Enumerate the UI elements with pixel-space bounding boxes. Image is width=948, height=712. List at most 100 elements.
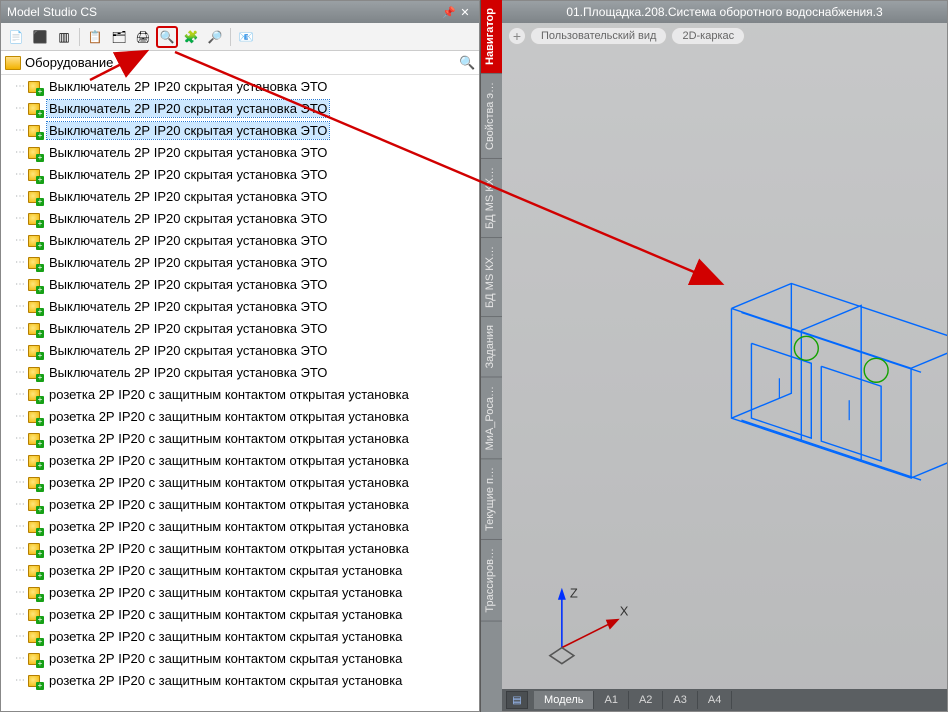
tree-item[interactable]: ⋯розетка 2Р IP20 с защитным контактом ск… [1, 647, 479, 669]
viewport-titlebar: 01.Площадка.208.Система оборотного водос… [502, 1, 947, 23]
component-icon [26, 628, 42, 644]
grid-icon: ▥ [58, 30, 69, 44]
toolbar-separator [79, 28, 80, 46]
tree-item[interactable]: ⋯ розетка 2Р IP20 с защитным контактом ск… [1, 603, 479, 625]
toolbar-btn-2[interactable]: ⬛ [29, 26, 51, 48]
tree-item[interactable]: ⋯розетка 2Р IP20 с защитным контактом от… [1, 515, 479, 537]
toolbar-btn-1[interactable]: 📄 [5, 26, 27, 48]
print-icon: 🖨 [135, 30, 150, 44]
tree-item-label: розетка 2Р IP20 с защитным контактом скр… [47, 606, 404, 623]
tree-item[interactable]: ⋯розетка 2Р IP20 с защитным контактом ск… [1, 625, 479, 647]
component-icon [26, 386, 42, 402]
binoculars-icon: 🔎 [208, 30, 223, 44]
tab-a2[interactable]: А2 [629, 691, 663, 709]
expand-icon: ⋯ [15, 389, 25, 400]
expand-icon: ⋯ [15, 323, 25, 334]
side-tab[interactable]: МиА_Роса… [481, 378, 502, 459]
tree-item-label: розетка 2Р IP20 с защитным контактом отк… [47, 474, 411, 491]
pin-icon[interactable]: 📌 [441, 4, 457, 20]
axis-z-label: Z [570, 586, 578, 601]
viewport-title-text: 01.Площадка.208.Система оборотного водос… [566, 5, 882, 19]
viewport-canvas[interactable]: Z X [502, 49, 947, 689]
toolbar-btn-8[interactable]: 🧩 [180, 26, 202, 48]
toolbar-btn-9[interactable]: 🔎 [204, 26, 226, 48]
tree-item[interactable]: ⋯Выключатель 2Р IP20 скрытая установка Э… [1, 207, 479, 229]
component-icon [26, 540, 42, 556]
expand-icon: ⋯ [15, 147, 25, 158]
toolbar-btn-insert-model[interactable]: 🔍 [156, 26, 178, 48]
component-icon [26, 342, 42, 358]
expand-icon: ⋯ [15, 543, 25, 554]
side-tab[interactable]: Навигатор [481, 0, 502, 74]
tree-item[interactable]: ⋯розетка 2Р IP20 с защитным контактом от… [1, 427, 479, 449]
model-studio-panel: Model Studio CS 📌 ✕ 📄 ⬛ ▥ 📋 🗂 🖨 🔍 🧩 🔎 📧 … [0, 0, 480, 712]
component-icon [26, 650, 42, 666]
expand-icon: ⋯ [15, 631, 25, 642]
tree-item[interactable]: ⋯розетка 2Р IP20 с защитным контактом ск… [1, 669, 479, 691]
side-tab[interactable]: Текущие п… [481, 459, 502, 540]
tree-item[interactable]: ⋯розетка 2Р IP20 с защитным контактом от… [1, 537, 479, 559]
filter-input[interactable] [25, 55, 459, 70]
model-drawing: Z X [502, 49, 947, 668]
toolbar-btn-4[interactable]: 📋 [84, 26, 106, 48]
tab-a4[interactable]: А4 [698, 691, 732, 709]
component-icon [26, 364, 42, 380]
component-icon [26, 276, 42, 292]
tab-a3[interactable]: А3 [663, 691, 697, 709]
component-icon [26, 188, 42, 204]
tree-item-label: Выключатель 2Р IP20 скрытая установка ЭТ… [47, 188, 329, 205]
toolbar-separator [230, 28, 231, 46]
component-icon [26, 496, 42, 512]
tree-item[interactable]: ⋯розетка 2Р IP20 с защитным контактом ск… [1, 581, 479, 603]
tree-item[interactable]: ⋯розетка 2Р IP20 с защитным контактом от… [1, 471, 479, 493]
side-tab[interactable]: БД MS КХ… [481, 159, 502, 238]
layout-toggle-icon[interactable]: ▤ [506, 691, 528, 709]
tree-item[interactable]: ⋯розетка 2Р IP20 с защитным контактом от… [1, 383, 479, 405]
crumb-view-name[interactable]: Пользовательский вид [530, 27, 667, 45]
tree-item-label: Выключатель 2Р IP20 скрытая установка ЭТ… [47, 254, 329, 271]
side-tab[interactable]: Задания [481, 317, 502, 377]
tree-item[interactable]: ⋯розетка 2Р IP20 с защитным контактом от… [1, 449, 479, 471]
expand-icon: ⋯ [15, 609, 25, 620]
crumb-visual-style[interactable]: 2D-каркас [671, 27, 745, 45]
equipment-tree[interactable]: ⋯ Выключатель 2Р IP20 скрытая установка Э… [1, 75, 479, 711]
tab-a1[interactable]: А1 [594, 691, 628, 709]
tree-item[interactable]: ⋯Выключатель 2Р IP20 скрытая установка Э… [1, 97, 479, 119]
expand-icon: ⋯ [15, 257, 25, 268]
tree-item[interactable]: ⋯Выключатель 2Р IP20 скрытая установка Э… [1, 361, 479, 383]
tree-item-label: розетка 2Р IP20 с защитным контактом скр… [47, 672, 404, 689]
toolbar-btn-5[interactable]: 🗂 [108, 26, 130, 48]
tree-item[interactable]: ⋯Выключатель 2Р IP20 скрытая установка Э… [1, 273, 479, 295]
side-tab[interactable]: Свойства э… [481, 74, 502, 159]
tree-item[interactable]: ⋯Выключатель 2Р IP20 скрытая установка Э… [1, 339, 479, 361]
tree-item[interactable]: ⋯Выключатель 2Р IP20 скрытая установка Э… [1, 185, 479, 207]
tab-model[interactable]: Модель [534, 691, 594, 709]
tree-item[interactable]: ⋯розетка 2Р IP20 с защитным контактом ск… [1, 559, 479, 581]
document-icon: 📄 [9, 30, 24, 44]
tree-item[interactable]: ⋯Выключатель 2Р IP20 скрытая установка Э… [1, 229, 479, 251]
tree-item[interactable]: ⋯Выключатель 2Р IP20 скрытая установка Э… [1, 141, 479, 163]
tree-item[interactable]: ⋯Выключатель 2Р IP20 скрытая установка Э… [1, 75, 479, 97]
side-tab[interactable]: БД MS КХ… [481, 238, 502, 317]
toolbar-btn-6[interactable]: 🖨 [132, 26, 154, 48]
axis-x-label: X [620, 604, 629, 619]
tree-item[interactable]: ⋯Выключатель 2Р IP20 скрытая установка Э… [1, 163, 479, 185]
search-icon[interactable]: 🔍 [459, 55, 475, 71]
tree-item[interactable]: ⋯Выключатель 2Р IP20 скрытая установка Э… [1, 119, 479, 141]
component-icon [26, 210, 42, 226]
toolbar-btn-10[interactable]: 📧 [235, 26, 257, 48]
tree-item-label: Выключатель 2Р IP20 скрытая установка ЭТ… [47, 298, 329, 315]
component-icon [26, 408, 42, 424]
side-tab[interactable]: Трассиров… [481, 540, 502, 622]
tree-item[interactable]: ⋯Выключатель 2Р IP20 скрытая установка Э… [1, 295, 479, 317]
add-view-button[interactable]: + [508, 27, 526, 45]
tree-item-label: розетка 2Р IP20 с защитным контактом скр… [47, 650, 404, 667]
panel-titlebar: Model Studio CS 📌 ✕ [1, 1, 479, 23]
tree-item[interactable]: ⋯розетка 2Р IP20 с защитным контактом от… [1, 493, 479, 515]
toolbar-btn-3[interactable]: ▥ [53, 26, 75, 48]
tree-item[interactable]: ⋯Выключатель 2Р IP20 скрытая установка Э… [1, 317, 479, 339]
close-icon[interactable]: ✕ [457, 4, 473, 20]
expand-icon: ⋯ [15, 103, 25, 114]
tree-item[interactable]: ⋯ Выключатель 2Р IP20 скрытая установка Э… [1, 251, 479, 273]
tree-item[interactable]: ⋯розетка 2Р IP20 с защитным контактом от… [1, 405, 479, 427]
